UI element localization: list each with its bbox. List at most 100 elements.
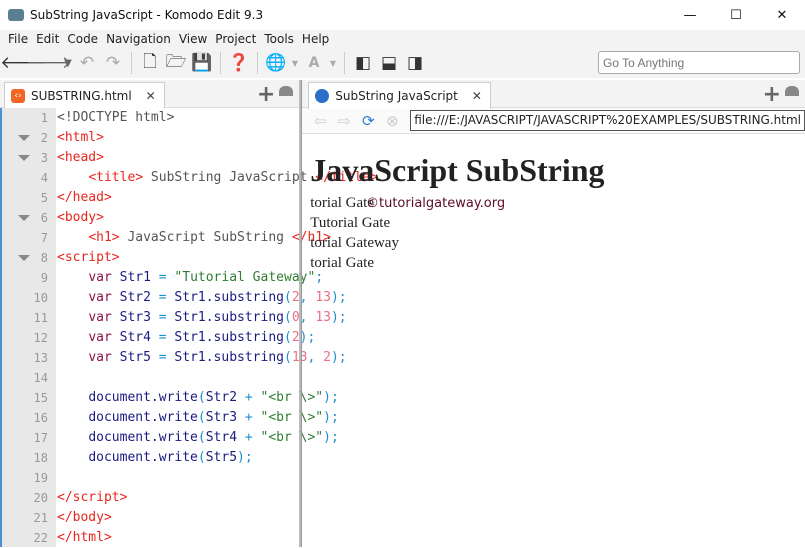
- font-dropdown-icon[interactable]: ▼: [327, 51, 339, 75]
- minimize-button[interactable]: —: [667, 0, 713, 30]
- code-line[interactable]: 21 </body>: [0, 508, 299, 528]
- editor-tab-bar: ‹› SUBSTRING.html ✕ +: [0, 80, 300, 109]
- code-line[interactable]: 20 </script>: [0, 488, 299, 508]
- code-text: <script>: [57, 248, 120, 268]
- code-line[interactable]: 10 var Str2 = Str1.substring(2, 13);: [0, 288, 347, 308]
- code-text: </script>: [57, 488, 127, 508]
- maximize-button[interactable]: ☐: [713, 0, 759, 30]
- komodo-app-icon: [8, 9, 24, 21]
- code-line[interactable]: 11 var Str3 = Str1.substring(0, 13);: [0, 308, 347, 328]
- code-token: var: [88, 310, 112, 325]
- new-tab-icon[interactable]: +: [763, 82, 781, 107]
- forward-dropdown-icon[interactable]: ▼: [62, 51, 74, 75]
- code-token: 2: [291, 330, 300, 345]
- open-folder-icon[interactable]: 🗁: [163, 51, 189, 75]
- font-icon[interactable]: A: [301, 51, 327, 75]
- code-token: (: [284, 350, 292, 365]
- code-line[interactable]: 19: [0, 468, 299, 488]
- menu-project[interactable]: Project: [215, 32, 256, 46]
- close-tab-icon[interactable]: ✕: [146, 89, 156, 103]
- redo-icon[interactable]: ↷: [100, 51, 126, 75]
- code-line[interactable]: 18 document.write(Str5);: [0, 448, 299, 468]
- menu-edit[interactable]: Edit: [36, 32, 59, 46]
- right-pane-toggle-icon[interactable]: ◨: [402, 51, 428, 75]
- code-token: <html>: [57, 130, 104, 145]
- menu-view[interactable]: View: [179, 32, 207, 46]
- tab-list-icon[interactable]: [279, 86, 294, 96]
- menu-navigation[interactable]: Navigation: [106, 32, 171, 46]
- help-icon[interactable]: ❓: [226, 51, 252, 75]
- code-text: document.write(Str3 + "<br \>");: [57, 408, 338, 428]
- output-line: torial Gateway: [310, 235, 399, 251]
- line-number: 7: [40, 231, 48, 245]
- bottom-pane-toggle-icon[interactable]: ⬓: [376, 51, 402, 75]
- code-line[interactable]: 17 document.write(Str4 + "<br \>");: [0, 428, 339, 448]
- close-window-button[interactable]: ✕: [759, 0, 805, 30]
- code-line[interactable]: 12 var Str4 = Str1.substring(2);: [0, 328, 316, 348]
- code-token: document.write: [88, 430, 198, 445]
- code-line[interactable]: 22 </html>: [0, 528, 299, 548]
- browser-back-icon[interactable]: ⇦: [308, 112, 332, 130]
- code-line[interactable]: 8 <script>: [0, 248, 299, 268]
- stop-icon[interactable]: ⊗: [380, 112, 404, 130]
- code-line[interactable]: 6 <body>: [0, 208, 299, 228]
- code-line[interactable]: 4 <title> SubString JavaScript </title>: [0, 168, 378, 188]
- code-token: <script>: [57, 250, 120, 265]
- toolbar-divider: [257, 52, 258, 74]
- line-number: 15: [33, 391, 48, 405]
- reload-icon[interactable]: ⟳: [356, 112, 380, 130]
- globe-icon[interactable]: 🌐: [263, 51, 289, 75]
- code-token: (: [197, 450, 206, 465]
- tab-list-icon[interactable]: [785, 86, 799, 96]
- code-token: document.write: [88, 390, 198, 405]
- code-token: );: [237, 450, 253, 465]
- new-file-icon[interactable]: 🗋: [137, 51, 163, 75]
- code-text: document.write(Str2 + "<br \>");: [57, 388, 338, 408]
- code-token: +: [244, 410, 253, 425]
- toolbar-divider: [344, 52, 345, 74]
- tab-substring-html[interactable]: ‹› SUBSTRING.html ✕: [4, 82, 165, 109]
- menu-help[interactable]: Help: [302, 32, 329, 46]
- menu-code[interactable]: Code: [67, 32, 98, 46]
- url-field[interactable]: file:///E:/JAVASCRIPT/JAVASCRIPT%20EXAMP…: [410, 110, 805, 131]
- menu-tools[interactable]: Tools: [264, 32, 294, 46]
- save-icon[interactable]: 💾: [189, 51, 215, 75]
- code-line[interactable]: 2 <html>: [0, 128, 299, 148]
- browser-forward-icon[interactable]: ⇨: [332, 112, 356, 130]
- code-token: 0: [291, 310, 300, 325]
- code-line[interactable]: 1 <!DOCTYPE html>: [0, 108, 299, 128]
- undo-icon[interactable]: ↶: [74, 51, 100, 75]
- line-number: 5: [40, 191, 48, 205]
- code-token: Str4: [205, 430, 245, 445]
- code-line[interactable]: 16 document.write(Str3 + "<br \>");: [0, 408, 339, 428]
- code-token: =: [158, 330, 167, 345]
- code-line[interactable]: 3 <head>: [0, 148, 299, 168]
- code-line[interactable]: 5 </head>: [0, 188, 299, 208]
- code-line[interactable]: 13 var Str5 = Str1.substring(13, 2);: [0, 348, 347, 368]
- code-line[interactable]: 15 document.write(Str2 + "<br \>");: [0, 388, 339, 408]
- code-token: var: [88, 350, 112, 365]
- menu-file[interactable]: File: [8, 32, 28, 46]
- code-token: <body>: [57, 210, 104, 225]
- left-pane-toggle-icon[interactable]: ◧: [350, 51, 376, 75]
- code-token: var: [88, 270, 112, 285]
- line-number: 20: [33, 491, 48, 505]
- tab-browser-preview[interactable]: SubString JavaScript ✕: [308, 82, 491, 109]
- toolbar-divider: [131, 52, 132, 74]
- line-number: 12: [33, 331, 48, 345]
- code-line[interactable]: 14: [0, 368, 299, 388]
- globe-dropdown-icon[interactable]: ▼: [289, 51, 301, 75]
- go-to-anything-input[interactable]: [598, 51, 800, 74]
- preview-tab-bar: SubString JavaScript ✕ +: [302, 80, 805, 109]
- close-tab-icon[interactable]: ✕: [472, 89, 482, 103]
- watermark: ©tutorialgateway.org: [366, 196, 506, 211]
- new-tab-icon[interactable]: +: [257, 82, 275, 107]
- code-line[interactable]: 7 <h1> JavaScript SubString </h1>: [0, 228, 331, 248]
- code-editor[interactable]: 1 <!DOCTYPE html> 2 <html> 3 <head> 4 <title> …: [0, 108, 378, 548]
- code-token: Str1.substring: [166, 330, 284, 345]
- forward-icon[interactable]: 🡒: [26, 51, 72, 75]
- code-line[interactable]: 9 var Str1 = "Tutorial Gateway";: [0, 268, 323, 288]
